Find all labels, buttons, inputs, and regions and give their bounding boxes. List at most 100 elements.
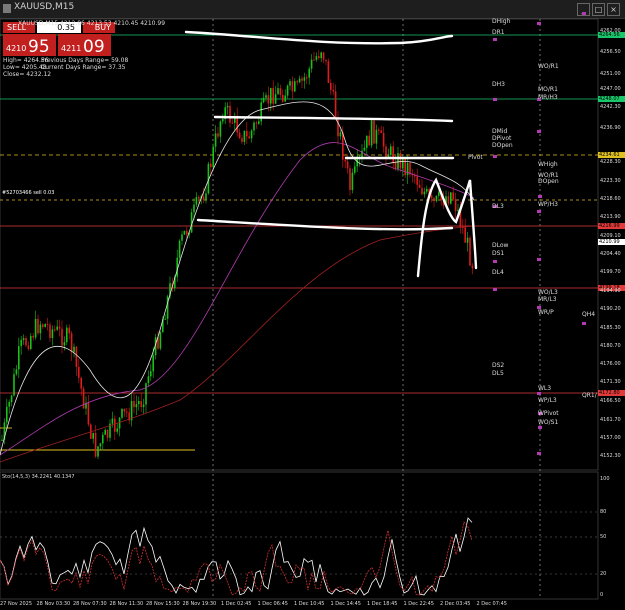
candle-body: [82, 388, 85, 409]
price-axis-tick: 4190.20: [600, 306, 621, 313]
level-marker: [537, 392, 541, 395]
chart-level-label: WP/L3: [538, 397, 557, 405]
price-axis-tick: 4218.60: [600, 196, 621, 203]
oscillator-axis-tick: 20: [600, 571, 607, 577]
candle-body: [205, 193, 207, 200]
candle-body: [255, 122, 258, 124]
candle-body: [332, 89, 334, 92]
price-axis-tick: 4171.30: [600, 379, 621, 386]
candle-body: [34, 318, 37, 338]
candle-body: [344, 159, 346, 162]
level-marker: [493, 288, 497, 291]
candle-body: [135, 404, 138, 408]
level-marker: [493, 98, 497, 101]
candle-body: [39, 324, 42, 334]
candle-body: [138, 401, 140, 405]
candle-body: [73, 346, 75, 353]
info-prev-range: Previous Days Range= 59.08: [41, 57, 129, 64]
candle-body: [296, 81, 298, 83]
level-marker: [582, 12, 586, 15]
candle-body: [454, 199, 457, 211]
candle-body: [20, 339, 22, 347]
candle-body: [246, 130, 248, 137]
time-axis-tick: 1 Dec 02:45: [221, 601, 252, 607]
sell-price-box[interactable]: 4210 95: [3, 34, 56, 57]
candle-body: [152, 355, 154, 372]
candle-body: [94, 432, 97, 457]
level-marker: [493, 155, 497, 158]
candle-body: [111, 418, 114, 424]
candle-body: [229, 105, 231, 123]
candle-body: [51, 329, 54, 339]
candle-body: [145, 383, 147, 405]
candle-body: [61, 328, 63, 346]
buy-price-box[interactable]: 4211 09: [58, 34, 111, 57]
chart-canvas[interactable]: [0, 0, 625, 610]
price-axis-tick: 4152.30: [600, 453, 621, 459]
candle-body: [80, 377, 82, 389]
candle-body: [373, 120, 375, 144]
candle-body: [198, 197, 200, 199]
candle-body: [423, 191, 426, 195]
candle-body: [310, 59, 313, 69]
chart-level-label: QH4: [582, 310, 596, 318]
candle-body: [195, 197, 198, 205]
chart-level-label: DR1: [492, 28, 505, 36]
candle-body: [378, 129, 380, 131]
candle-body: [351, 172, 354, 190]
candle-body: [334, 91, 337, 119]
candle-body: [392, 146, 394, 163]
drawn-mid-line: [213, 115, 454, 123]
candle-body: [37, 318, 39, 334]
candle-body: [226, 105, 229, 108]
price-axis-tag: 4172.80: [598, 390, 625, 396]
candle-body: [272, 87, 274, 104]
price-axis-tick: 4251.00: [600, 70, 621, 77]
candle-body: [54, 329, 56, 331]
candle-body: [238, 132, 241, 139]
candle-body: [430, 195, 433, 198]
chart-level-label: WO/L3: [538, 289, 558, 297]
candle-body: [313, 59, 315, 61]
candle-body: [262, 97, 265, 103]
price-axis-tick: 4228.30: [600, 158, 621, 165]
candle-body: [75, 346, 78, 367]
candle-body: [366, 135, 368, 148]
candle-body: [250, 130, 253, 139]
chart-level-label: MO/R1: [538, 85, 558, 93]
candle-body: [294, 81, 296, 92]
candle-body: [150, 371, 152, 377]
chart-level-label: WO/R1: [538, 62, 559, 70]
info-close: Close= 4232.12: [3, 71, 52, 78]
candle-body: [106, 429, 109, 438]
candle-body: [325, 59, 327, 62]
candle-body: [202, 196, 205, 200]
time-axis-tick: 1 Dec 18:45: [367, 601, 398, 607]
price-axis-tick: 4213.90: [600, 214, 621, 221]
candle-body: [210, 163, 212, 168]
candle-body: [102, 434, 104, 444]
oscillator-axis-tick: 100: [600, 476, 610, 482]
candle-body: [68, 327, 70, 334]
level-marker: [493, 38, 497, 41]
candle-body: [380, 130, 382, 133]
price-axis-tick: 4262.00: [600, 28, 621, 34]
candle-body: [178, 240, 181, 258]
price-axis-tick: 4185.30: [600, 325, 621, 332]
candle-body: [447, 196, 450, 204]
price-axis-tick: 4223.30: [600, 177, 621, 184]
candle-body: [469, 237, 471, 266]
level-marker: [537, 452, 541, 455]
price-axis-tick: 4176.00: [600, 361, 621, 368]
candle-body: [322, 52, 325, 60]
chart-level-label: WP/H3: [538, 201, 558, 209]
candle-body: [159, 332, 162, 349]
candle-body: [286, 85, 289, 96]
price-axis-tick: 4204.40: [600, 251, 621, 258]
chart-level-label: DH3: [492, 81, 505, 89]
candle-body: [368, 135, 370, 146]
candle-body: [56, 326, 58, 330]
chart-level-label: WR/P: [538, 309, 554, 317]
one-click-trading-panel: SELL 0.35 BUY 4210 95 4211 09: [3, 22, 115, 57]
chart-level-label: DPivot: [492, 135, 512, 143]
